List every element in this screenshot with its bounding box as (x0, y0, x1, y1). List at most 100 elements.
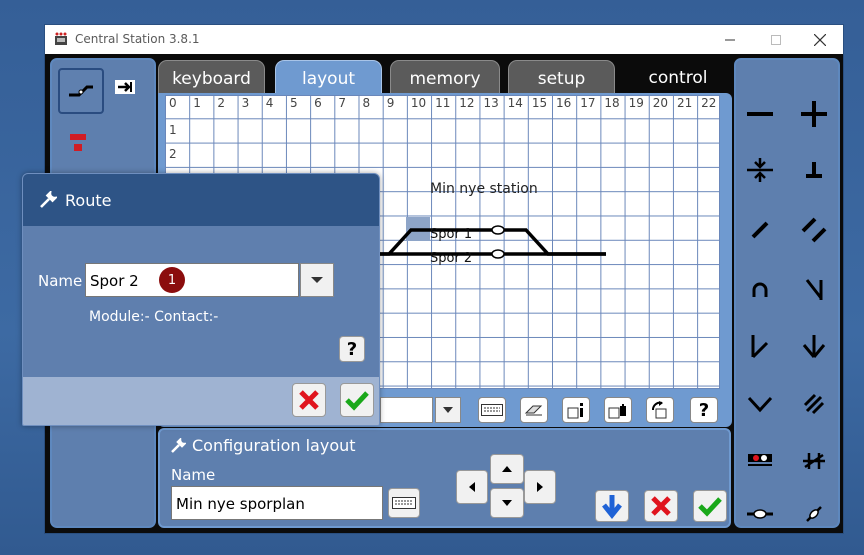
tab-control[interactable]: control (623, 60, 733, 96)
route-dialog-header[interactable]: Route (23, 174, 379, 226)
uncoupler-icon[interactable] (794, 496, 834, 532)
route-help-button[interactable]: ? (339, 336, 365, 362)
col-number: 16 (556, 96, 572, 110)
app-logo-icon (55, 32, 67, 45)
pad-down-button[interactable] (490, 488, 524, 518)
col-number: 1 (193, 96, 201, 110)
checkmark-icon (698, 497, 722, 517)
zoom-out-icon[interactable] (740, 96, 780, 132)
maximize-icon (771, 34, 781, 45)
pad-right-button[interactable] (524, 470, 556, 504)
row-number: 2 (169, 147, 177, 162)
wrench-icon (40, 191, 57, 208)
track-separator-icon[interactable] (740, 152, 780, 188)
minimize-icon (725, 39, 735, 40)
col-number: 14 (507, 96, 523, 110)
pad-left-button[interactable] (456, 470, 488, 504)
double-diagonal-track-icon[interactable] (794, 212, 834, 248)
pad-up-button[interactable] (490, 454, 524, 484)
route-name-dropdown[interactable] (300, 263, 334, 297)
wrench-icon (171, 437, 186, 453)
station-label[interactable]: Min nye station (430, 181, 538, 197)
tab-layout[interactable]: layout (275, 60, 382, 96)
config-title-text: Configuration layout (192, 436, 356, 455)
double-slip-icon[interactable] (794, 442, 834, 478)
col-number: 15 (531, 96, 548, 110)
download-button[interactable] (595, 490, 629, 522)
config-cancel-button[interactable] (644, 490, 678, 522)
eraser-button[interactable] (520, 397, 548, 423)
window-title: Central Station 3.8.1 (75, 32, 200, 46)
chevron-up-icon (502, 466, 512, 472)
tunnel-icon[interactable] (740, 272, 780, 308)
signal-tool-icon[interactable] (68, 132, 88, 158)
col-number: 2 (217, 96, 226, 110)
zoom-in-icon[interactable] (794, 96, 834, 132)
layout-page-dropdown[interactable] (435, 397, 461, 423)
move-button[interactable] (604, 397, 632, 423)
tab-memory[interactable]: memory (390, 60, 500, 96)
left-turnout-icon[interactable] (740, 328, 780, 364)
route-dialog-footer (23, 377, 379, 425)
signal-light-icon[interactable] (740, 442, 780, 478)
route-dialog-body (23, 226, 379, 377)
step-badge: 1 (159, 267, 185, 293)
route-confirm-button[interactable] (340, 383, 374, 417)
route-cancel-button[interactable] (292, 383, 326, 417)
track-piece-icon (69, 85, 93, 97)
config-title: Configuration layout (170, 436, 356, 455)
cancel-x-icon (651, 496, 671, 516)
config-name-label: Name (171, 466, 216, 484)
buffer-stop-icon[interactable] (794, 152, 834, 188)
tab-setup[interactable]: setup (508, 60, 615, 96)
track-tool-button[interactable] (58, 68, 104, 114)
rotate-button[interactable] (646, 397, 674, 423)
col-number: 20 (652, 96, 669, 110)
col-number: 4 (265, 96, 274, 110)
help-button[interactable]: ? (690, 397, 718, 423)
cancel-x-icon (299, 390, 319, 410)
keyboard-button[interactable] (478, 397, 506, 423)
chevron-down-icon (311, 277, 323, 283)
minimize-button[interactable] (707, 25, 753, 54)
crossing-icon[interactable] (794, 386, 834, 422)
track-label-spor-2[interactable]: Spor 2 (430, 251, 472, 266)
info-icon (567, 403, 583, 419)
col-number: 13 (483, 96, 499, 110)
col-number: 7 (338, 96, 346, 110)
col-number: 18 (604, 96, 620, 110)
route-dialog: Route Name Spor 2 1 Module:- Contact:- ? (22, 173, 380, 426)
chevron-right-icon (537, 482, 543, 492)
route-dialog-title: Route (65, 191, 112, 210)
route-name-field[interactable]: Spor 2 (85, 263, 299, 297)
three-way-turnout-icon[interactable] (794, 328, 834, 364)
route-name-label: Name (38, 272, 83, 290)
contact-track-icon[interactable] (740, 496, 780, 532)
y-turnout-icon[interactable] (740, 386, 780, 422)
col-number: 10 (410, 96, 427, 110)
chevron-down-icon (443, 407, 453, 413)
col-number: 9 (386, 96, 395, 110)
col-number: 11 (435, 96, 451, 110)
tab-keyboard[interactable]: keyboard (158, 60, 265, 96)
track-label-spor-1[interactable]: Spor 1 (430, 227, 472, 242)
keyboard-icon (392, 497, 416, 509)
maximize-button[interactable] (753, 25, 799, 54)
config-confirm-button[interactable] (693, 490, 727, 522)
diagonal-track-icon[interactable] (740, 212, 780, 248)
track-lines[interactable] (366, 216, 606, 266)
col-number: 17 (580, 96, 596, 110)
column-numbers: 0 1 2 3 4 5 6 7 8 9 10 11 12 13 14 15 16… (166, 96, 719, 110)
eraser-icon (524, 405, 543, 416)
layout-page-input[interactable] (380, 397, 433, 423)
info-button[interactable] (562, 397, 590, 423)
enter-arrow-icon[interactable] (114, 78, 136, 100)
keyboard-icon (481, 404, 503, 416)
col-number: 22 (701, 96, 717, 110)
curve-down-icon[interactable] (794, 272, 834, 308)
layout-name-field[interactable]: Min nye sporplan (171, 486, 383, 520)
right-symbol-panel (734, 58, 840, 528)
config-keyboard-button[interactable] (388, 488, 420, 518)
close-button[interactable] (797, 25, 843, 54)
close-icon (814, 33, 826, 46)
